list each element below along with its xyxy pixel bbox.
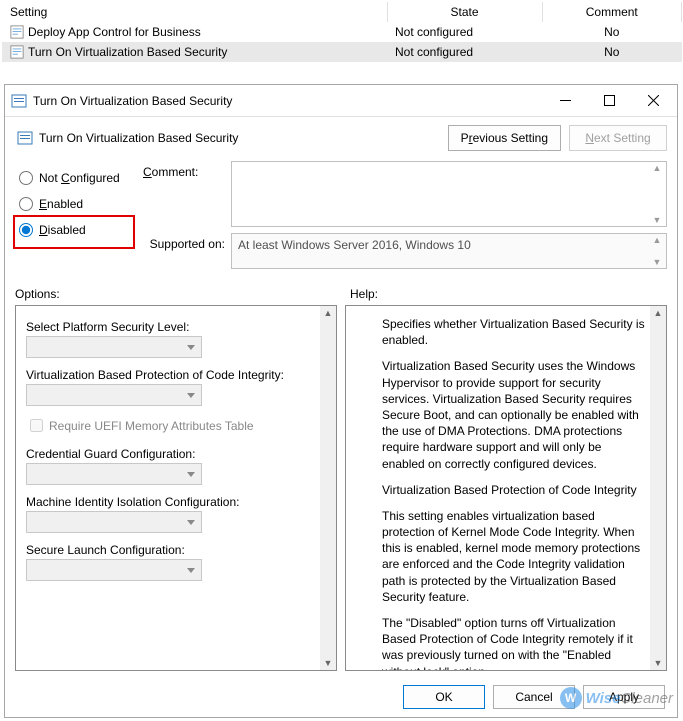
options-heading: Options: (15, 287, 350, 301)
option-label: Secure Launch Configuration: (26, 543, 330, 557)
cancel-button[interactable]: Cancel (493, 685, 575, 709)
scrollbar[interactable]: ▲▼ (320, 306, 336, 670)
secure-launch-select[interactable] (26, 559, 202, 581)
help-text: Specifies whether Virtualization Based S… (382, 316, 646, 348)
option-label: Select Platform Security Level: (26, 320, 330, 334)
help-heading: Help: (350, 287, 378, 301)
option-label: Credential Guard Configuration: (26, 447, 330, 461)
uefi-checkbox[interactable]: Require UEFI Memory Attributes Table (26, 416, 330, 435)
setting-comment: No (542, 42, 682, 62)
table-header-row: Setting State Comment (2, 2, 682, 22)
help-text: The "Disabled" option turns off Virtuali… (382, 615, 646, 671)
dialog-icon (17, 130, 33, 146)
checkbox-input[interactable] (30, 419, 43, 432)
policy-icon (10, 45, 24, 59)
radio-not-configured[interactable]: Not Configured (15, 167, 143, 193)
radio-input[interactable] (19, 223, 33, 237)
platform-security-select[interactable] (26, 336, 202, 358)
dialog-icon (11, 93, 27, 109)
scrollbar[interactable]: ▲▼ (650, 306, 666, 670)
close-button[interactable] (631, 86, 675, 116)
state-radio-group: Not Configured Enabled Disabled (15, 161, 143, 275)
policy-table: Setting State Comment Deploy App Control… (2, 2, 682, 62)
radio-disabled[interactable]: Disabled (15, 223, 127, 237)
dialog-footer: OK Cancel Apply (5, 677, 677, 717)
options-pane: Select Platform Security Level: Virtuali… (15, 305, 337, 671)
col-setting[interactable]: Setting (2, 2, 387, 22)
setting-comment: No (542, 22, 682, 42)
col-comment[interactable]: Comment (542, 2, 682, 22)
titlebar[interactable]: Turn On Virtualization Based Security (5, 85, 677, 117)
minimize-button[interactable] (543, 86, 587, 116)
setting-state: Not configured (387, 42, 542, 62)
supported-on-field: At least Windows Server 2016, Windows 10… (231, 233, 667, 269)
help-text: Virtualization Based Security uses the W… (382, 358, 646, 471)
setting-name: Deploy App Control for Business (28, 25, 201, 39)
radio-input[interactable] (19, 171, 33, 185)
policy-icon (10, 25, 24, 39)
help-text: Virtualization Based Protection of Code … (382, 482, 646, 498)
option-label: Machine Identity Isolation Configuration… (26, 495, 330, 509)
machine-identity-select[interactable] (26, 511, 202, 533)
comment-label: Comment: (143, 161, 231, 227)
previous-setting-button[interactable]: Previous Setting (448, 125, 561, 151)
scrollbar[interactable]: ▲▼ (649, 163, 665, 225)
help-pane: Specifies whether Virtualization Based S… (345, 305, 667, 671)
highlight-box: Disabled (13, 215, 135, 249)
apply-button[interactable]: Apply (583, 685, 665, 709)
code-integrity-select[interactable] (26, 384, 202, 406)
header-label: Turn On Virtualization Based Security (39, 131, 440, 145)
table-row[interactable]: Deploy App Control for Business Not conf… (2, 22, 682, 42)
comment-textarea[interactable]: ▲▼ (231, 161, 667, 227)
maximize-button[interactable] (587, 86, 631, 116)
setting-state: Not configured (387, 22, 542, 42)
option-label: Virtualization Based Protection of Code … (26, 368, 330, 382)
dialog-title: Turn On Virtualization Based Security (33, 94, 543, 108)
credential-guard-select[interactable] (26, 463, 202, 485)
supported-label: Supported on: (143, 233, 231, 269)
radio-input[interactable] (19, 197, 33, 211)
table-row[interactable]: Turn On Virtualization Based Security No… (2, 42, 682, 62)
next-setting-button[interactable]: Next Setting (569, 125, 667, 151)
col-state[interactable]: State (387, 2, 542, 22)
policy-settings-dialog: Turn On Virtualization Based Security Tu… (4, 84, 678, 718)
help-text: This setting enables virtualization base… (382, 508, 646, 605)
ok-button[interactable]: OK (403, 685, 485, 709)
setting-name: Turn On Virtualization Based Security (28, 45, 227, 59)
scrollbar[interactable]: ▲▼ (649, 235, 665, 267)
